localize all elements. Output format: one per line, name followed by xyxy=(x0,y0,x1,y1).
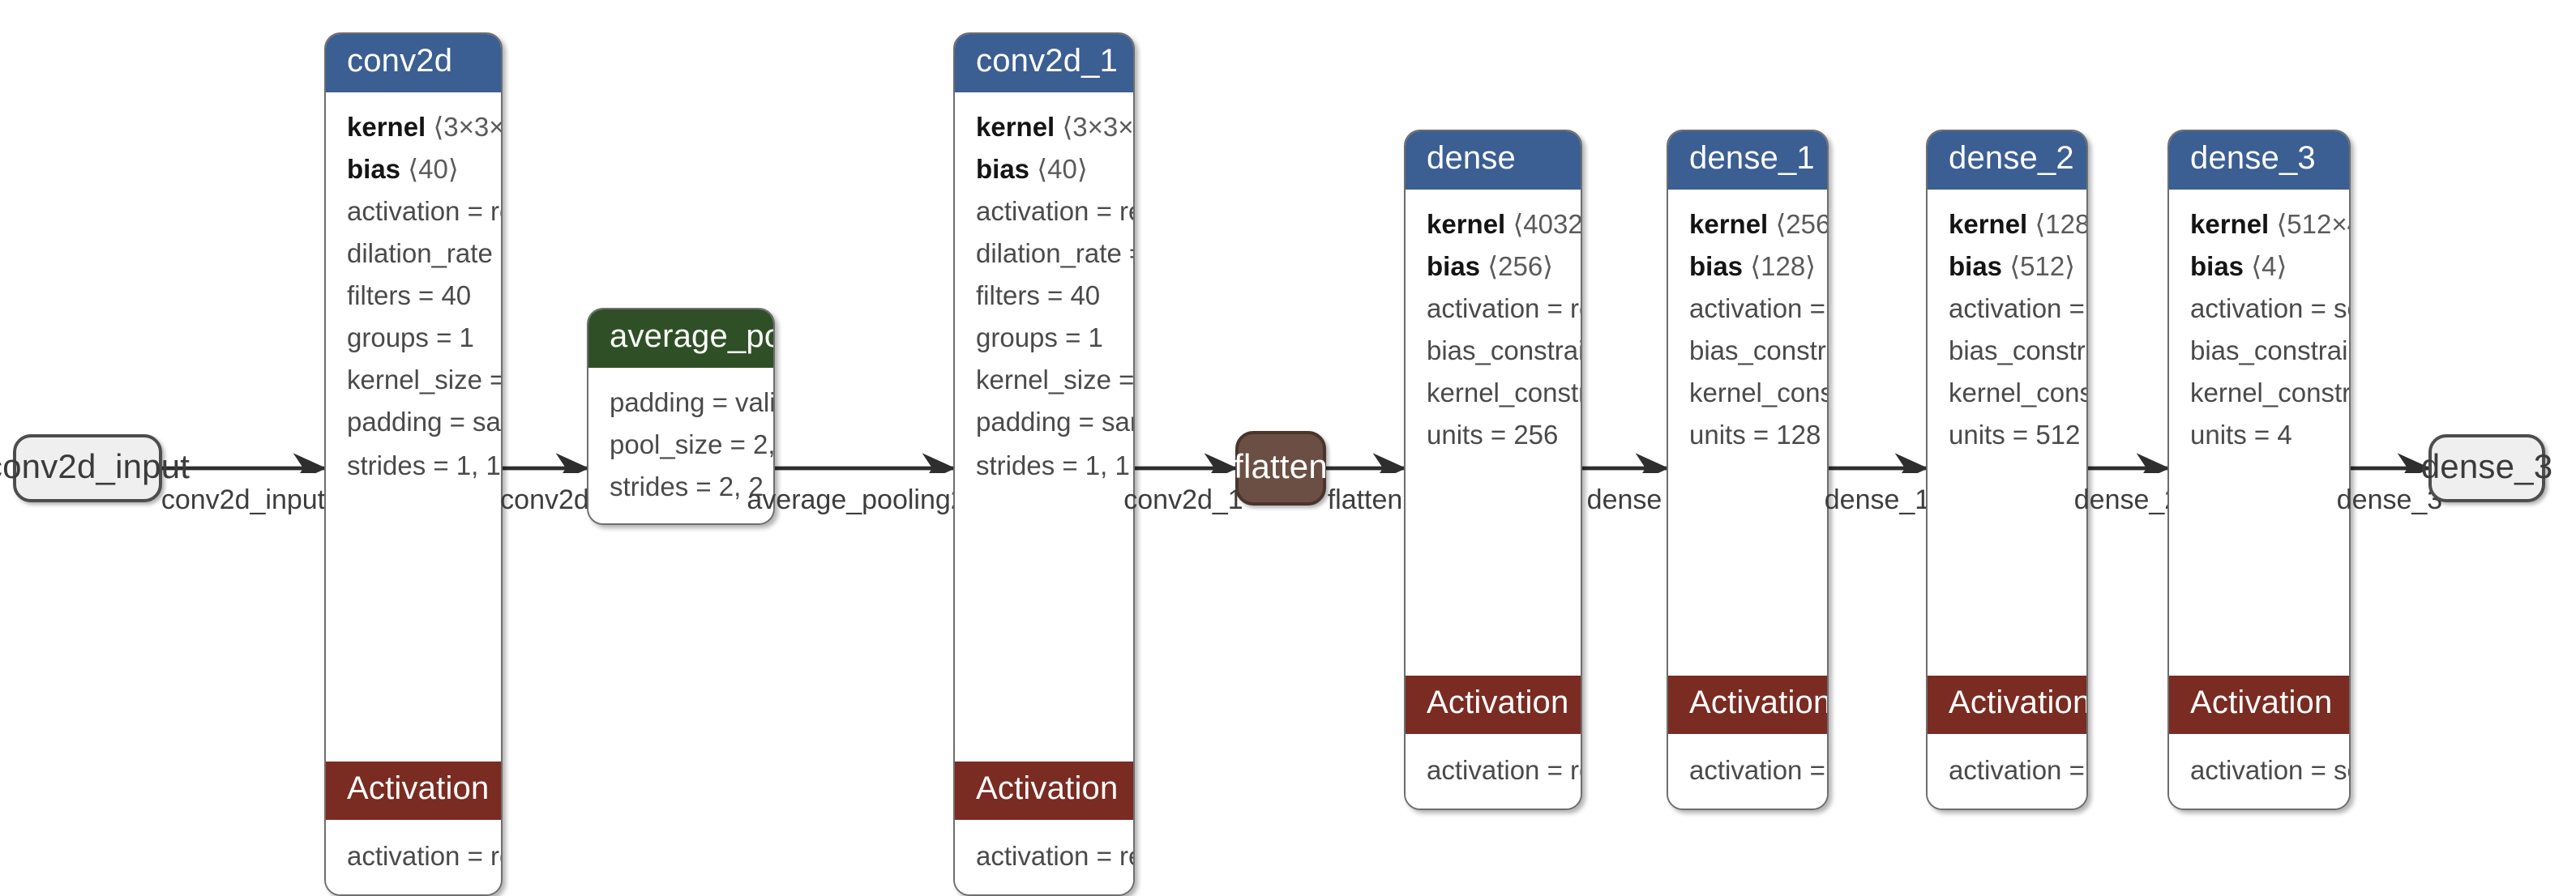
edge-label-dense-3: dense_3 xyxy=(2336,484,2443,515)
edge-label-conv2d-input: conv2d_input xyxy=(160,484,326,515)
param-row: kernel_constraint = xyxy=(1427,379,1581,409)
param-bias-value: ⟨512⟩ xyxy=(2009,253,2076,283)
activation-value: activation = relu xyxy=(1949,756,2086,786)
param-row: kernel_constraint = xyxy=(2190,379,2351,409)
activation-value: activation = relu xyxy=(1427,756,1581,786)
param-kernel-value: ⟨3×3×40×40⟩ xyxy=(1062,113,1134,143)
layer-params-dense-3: kernel ⟨512×4⟩ bias ⟨4⟩ activation = sof… xyxy=(2169,190,2349,676)
param-row: bias_constraint = xyxy=(1427,337,1582,367)
edge-label-dense: dense xyxy=(1586,484,1662,515)
activation-body-dense: activation = relu xyxy=(1406,733,1581,809)
activation-body-conv2d-1: activation = relu xyxy=(955,819,1133,894)
param-row: padding = valid xyxy=(610,389,775,418)
layer-title-dense-3: dense_3 xyxy=(2169,131,2349,190)
layer-title-dense-1: dense_1 xyxy=(1668,131,1827,190)
param-row: groups = 1 xyxy=(976,324,1103,354)
param-row: bias_constraint = xyxy=(1689,337,1827,367)
edge-label-average-pooling2d: average_pooling2d xyxy=(747,484,982,515)
activation-body-dense-1: activation = relu xyxy=(1668,733,1827,809)
layer-block-dense-2[interactable]: dense_2 kernel ⟨128×512⟩ bias ⟨512⟩ acti… xyxy=(1926,130,2088,810)
layer-title-average-pooling2d: average_pooling2d xyxy=(588,309,773,368)
layer-block-dense-3[interactable]: dense_3 kernel ⟨512×4⟩ bias ⟨4⟩ activati… xyxy=(2167,130,2351,810)
param-row: strides = 1, 1 xyxy=(976,451,1130,480)
edge-label-conv2d: conv2d xyxy=(500,484,589,515)
activation-value: activation = relu xyxy=(976,842,1133,872)
param-kernel-value: ⟨256×128⟩ xyxy=(1775,211,1829,240)
activation-title-dense-2: Activation xyxy=(1928,675,2086,734)
param-row: activation = softmax xyxy=(2190,295,2349,325)
param-row: padding = same xyxy=(347,408,501,438)
param-row: activation = relu xyxy=(1949,295,2086,325)
layer-title-conv2d-1: conv2d_1 xyxy=(955,34,1133,92)
layer-params-dense-2: kernel ⟨128×512⟩ bias ⟨512⟩ activation =… xyxy=(1928,190,2086,676)
node-flatten[interactable]: flatten xyxy=(1234,431,1328,506)
param-row: dilation_rate = 1, 1 xyxy=(347,240,501,270)
param-row: kernel_constraint = xyxy=(1689,379,1827,409)
edge-label-dense-2: dense_2 xyxy=(2073,484,2180,515)
edge-label-conv2d-1: conv2d_1 xyxy=(1123,484,1243,515)
param-row: pool_size = 2, 2 xyxy=(610,431,775,461)
edge-label-dense-1: dense_1 xyxy=(1824,484,1931,515)
param-row: kernel_size = 3, 3 xyxy=(976,366,1135,396)
layer-block-conv2d[interactable]: conv2d kernel ⟨3×3×1×40⟩ bias ⟨40⟩ activ… xyxy=(324,32,503,896)
activation-value: activation = relu xyxy=(347,842,501,872)
node-dense-3-output-label: dense_3 xyxy=(2420,449,2553,486)
param-bias-value: ⟨40⟩ xyxy=(1037,156,1088,186)
param-row: units = 4 xyxy=(2190,421,2292,451)
param-bias-value: ⟨128⟩ xyxy=(1750,253,1816,283)
activation-body-dense-2: activation = relu xyxy=(1928,733,2086,809)
param-row: activation = relu xyxy=(976,198,1133,228)
param-row: bias_constraint = xyxy=(1949,337,2086,367)
activation-value: activation = relu xyxy=(1689,756,1827,786)
param-bias-value: ⟨4⟩ xyxy=(2251,253,2287,283)
param-row: strides = 1, 1 xyxy=(347,451,501,480)
activation-title-dense: Activation xyxy=(1406,675,1581,734)
param-row: activation = relu xyxy=(1689,295,1827,325)
param-bias-value: ⟨256⟩ xyxy=(1487,253,1554,283)
layer-params-conv2d-1: kernel ⟨3×3×40×40⟩ bias ⟨40⟩ activation … xyxy=(955,92,1133,762)
layer-block-dense[interactable]: dense kernel ⟨403200×256⟩ bias ⟨256⟩ act… xyxy=(1404,130,1582,810)
layer-title-dense-2: dense_2 xyxy=(1928,131,2086,190)
param-kernel-value: ⟨3×3×1×40⟩ xyxy=(433,113,503,143)
param-row: filters = 40 xyxy=(347,282,472,312)
param-row: bias_constraint = xyxy=(2190,337,2349,367)
param-row: units = 256 xyxy=(1427,421,1559,451)
activation-title-dense-1: Activation xyxy=(1668,675,1827,734)
layer-params-dense-1: kernel ⟨256×128⟩ bias ⟨128⟩ activation =… xyxy=(1668,190,1827,676)
activation-title-conv2d-1: Activation xyxy=(955,761,1133,820)
activation-body-conv2d: activation = relu xyxy=(326,819,501,894)
layer-block-conv2d-1[interactable]: conv2d_1 kernel ⟨3×3×40×40⟩ bias ⟨40⟩ ac… xyxy=(953,32,1135,896)
param-kernel-value: ⟨128×512⟩ xyxy=(2035,211,2088,240)
param-row: activation = relu xyxy=(347,198,501,228)
model-graph-canvas: conv2d_input conv2d_input conv2d kernel … xyxy=(0,0,2576,896)
activation-body-dense-3: activation = softmax xyxy=(2169,733,2349,809)
param-row: padding = same xyxy=(976,408,1133,438)
param-row: filters = 40 xyxy=(976,282,1101,312)
param-row: kernel_constraint = xyxy=(1949,379,2086,409)
layer-title-conv2d: conv2d xyxy=(326,34,501,92)
layer-block-dense-1[interactable]: dense_1 kernel ⟨256×128⟩ bias ⟨128⟩ acti… xyxy=(1667,130,1829,810)
param-row: units = 128 xyxy=(1689,421,1821,451)
edge-label-flatten: flatten xyxy=(1327,484,1403,515)
layer-params-average-pooling2d: padding = valid pool_size = 2, 2 strides… xyxy=(588,368,773,523)
param-row: kernel_size = 3, 3 xyxy=(347,366,501,396)
activation-title-dense-3: Activation xyxy=(2169,675,2349,734)
layer-title-dense: dense xyxy=(1406,131,1581,190)
node-dense-3-output[interactable]: dense_3 xyxy=(2421,434,2552,502)
node-flatten-label: flatten xyxy=(1234,449,1328,486)
param-kernel-value: ⟨512×4⟩ xyxy=(2276,211,2349,240)
node-conv2d-input-label: conv2d_input xyxy=(0,449,190,486)
activation-title-conv2d: Activation xyxy=(326,761,501,820)
param-kernel-value: ⟨403200×256⟩ xyxy=(1513,211,1582,240)
param-row: groups = 1 xyxy=(347,324,474,354)
param-row: dilation_rate = 1, 1 xyxy=(976,240,1133,270)
layer-params-dense: kernel ⟨403200×256⟩ bias ⟨256⟩ activatio… xyxy=(1406,190,1581,676)
param-bias-value: ⟨40⟩ xyxy=(408,156,459,186)
node-conv2d-input[interactable]: conv2d_input xyxy=(0,434,190,502)
layer-params-conv2d: kernel ⟨3×3×1×40⟩ bias ⟨40⟩ activation =… xyxy=(326,92,501,762)
param-row: activation = relu xyxy=(1427,295,1581,325)
param-row: units = 512 xyxy=(1949,421,2081,451)
activation-value: activation = softmax xyxy=(2190,756,2349,786)
